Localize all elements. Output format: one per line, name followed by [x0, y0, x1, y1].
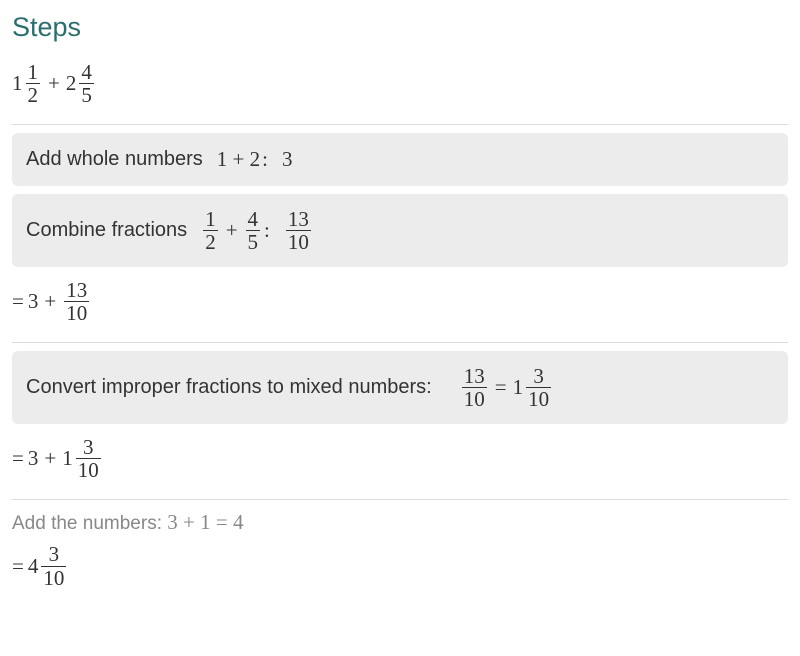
numerator: 3 — [47, 543, 62, 565]
note-label: Add the numbers: — [12, 513, 162, 534]
denominator: 10 — [41, 566, 66, 589]
step-add-whole-numbers[interactable]: Add whole numbers 1 + 2 : 3 — [12, 133, 788, 186]
whole-part: 1 — [12, 71, 23, 96]
step-convert-improper[interactable]: Convert improper fractions to mixed numb… — [12, 351, 788, 424]
numerator: 3 — [81, 436, 96, 458]
mixed-number: 1 3 10 — [62, 436, 103, 481]
mixed-number-rhs: 1 3 10 — [513, 365, 554, 410]
whole-part: 4 — [28, 554, 39, 579]
fraction: 3 10 — [76, 436, 101, 481]
denominator: 10 — [76, 458, 101, 481]
final-result-line: = 4 3 10 — [12, 539, 788, 602]
fraction-result: 13 10 — [286, 208, 311, 253]
denominator: 10 — [462, 387, 487, 410]
mixed-number-result: 4 3 10 — [28, 543, 69, 588]
fraction-1: 1 2 — [203, 208, 218, 253]
fraction: 3 10 — [41, 543, 66, 588]
original-problem: 1 1 2 + 2 4 5 — [12, 57, 788, 120]
numerator: 1 — [203, 208, 218, 230]
step-expression: 1 + 2 — [217, 147, 260, 172]
step-combine-fractions[interactable]: Combine fractions 1 2 + 4 5 : 13 10 — [12, 194, 788, 267]
denominator: 5 — [246, 230, 261, 253]
step-label: Convert improper fractions to mixed numb… — [26, 376, 432, 399]
equals-sign: = — [12, 554, 24, 579]
numerator: 13 — [462, 365, 487, 387]
note-expression: 3 + 1 = 4 — [167, 510, 243, 535]
whole-value: 3 — [28, 289, 39, 314]
denominator: 10 — [286, 230, 311, 253]
plus-operator: + — [44, 289, 56, 314]
whole-part: 2 — [66, 71, 77, 96]
numerator: 13 — [64, 279, 89, 301]
equals-sign: = — [12, 446, 24, 471]
value-a: 3 — [28, 446, 39, 471]
step-result: 3 — [282, 147, 293, 172]
fraction: 3 10 — [526, 365, 551, 410]
whole-part: 1 — [513, 375, 524, 400]
denominator: 10 — [526, 387, 551, 410]
denominator: 10 — [64, 301, 89, 324]
mixed-number-1: 1 1 2 — [12, 61, 42, 106]
colon: : — [264, 218, 270, 243]
step-label: Add whole numbers — [26, 148, 203, 171]
equals-sign: = — [495, 375, 507, 400]
plus-operator: + — [226, 218, 238, 243]
colon: : — [262, 147, 268, 172]
numerator: 4 — [79, 61, 94, 83]
note-add-numbers: Add the numbers: 3 + 1 = 4 — [12, 504, 788, 539]
divider — [12, 124, 788, 125]
steps-heading: Steps — [12, 12, 788, 43]
whole-part: 1 — [62, 446, 73, 471]
intermediate-line-2: = 3 + 1 3 10 — [12, 432, 788, 495]
fraction-2: 4 5 — [246, 208, 261, 253]
denominator: 2 — [26, 83, 41, 106]
denominator: 2 — [203, 230, 218, 253]
mixed-number-2: 2 4 5 — [66, 61, 96, 106]
divider — [12, 342, 788, 343]
fraction: 4 5 — [79, 61, 94, 106]
fraction-lhs: 13 10 — [462, 365, 487, 410]
denominator: 5 — [79, 83, 94, 106]
equals-sign: = — [12, 289, 24, 314]
numerator: 1 — [26, 61, 41, 83]
plus-operator: + — [48, 71, 60, 96]
step-label: Combine fractions — [26, 219, 187, 242]
numerator: 13 — [286, 208, 311, 230]
plus-operator: + — [44, 446, 56, 471]
numerator: 3 — [531, 365, 546, 387]
intermediate-line-1: = 3 + 13 10 — [12, 275, 788, 338]
fraction: 1 2 — [26, 61, 41, 106]
fraction: 13 10 — [64, 279, 89, 324]
divider — [12, 499, 788, 500]
numerator: 4 — [246, 208, 261, 230]
